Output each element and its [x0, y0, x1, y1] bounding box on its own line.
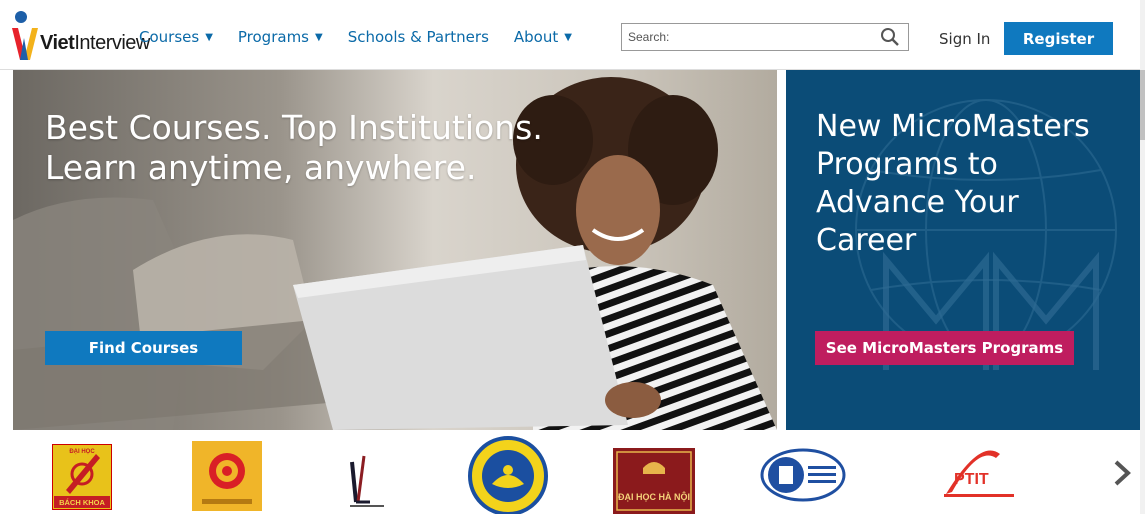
site-logo[interactable]: VietInterview — [10, 10, 150, 62]
chevron-right-icon[interactable] — [1110, 458, 1134, 488]
nav-courses[interactable]: Courses ▼ — [139, 28, 213, 46]
hero-title: Best Courses. Top Institutions. Learn an… — [45, 108, 543, 187]
sign-in-link[interactable]: Sign In — [939, 30, 990, 48]
brand-name: VietInterview — [40, 32, 150, 54]
hero-banner: Best Courses. Top Institutions. Learn an… — [13, 70, 777, 430]
see-micromasters-button[interactable]: See MicroMasters Programs — [815, 331, 1074, 365]
partner-logo-maritime[interactable] — [468, 436, 548, 514]
bachkhoa-bottom-text: BÁCH KHOA — [59, 498, 105, 507]
find-courses-button[interactable]: Find Courses — [45, 331, 242, 365]
nav-programs[interactable]: Programs ▼ — [238, 28, 323, 46]
micromasters-promo: New MicroMasters Programs to Advance You… — [786, 70, 1140, 430]
ptit-text: PTIT — [954, 471, 989, 488]
nav-about-label: About — [513, 28, 559, 46]
search-box — [621, 23, 909, 51]
caret-down-icon: ▼ — [205, 32, 213, 43]
partner-logos-strip: ĐẠI HỌC BÁCH KHOA ĐẠI HỌC HÀ NỘI PTIT — [0, 430, 1140, 514]
nav-courses-label: Courses — [139, 28, 200, 46]
promo-title: New MicroMasters Programs to Advance You… — [816, 109, 1090, 258]
site-header: VietInterview Courses ▼ Programs ▼ Schools… — [0, 0, 1140, 70]
caret-down-icon: ▼ — [564, 32, 572, 43]
logo-mark-icon — [12, 11, 38, 60]
search-icon[interactable] — [880, 27, 900, 47]
page-scrollbar[interactable] — [1140, 0, 1145, 514]
hanoi-text: ĐẠI HỌC HÀ NỘI — [618, 491, 690, 502]
nav-schools-partners-label: Schools & Partners — [347, 28, 489, 46]
register-button[interactable]: Register — [1004, 22, 1113, 55]
partner-logo-hanoi[interactable]: ĐẠI HỌC HÀ NỘI — [613, 448, 695, 514]
partner-logo-economics[interactable] — [192, 441, 262, 511]
partner-logo-ptit[interactable]: PTIT — [940, 444, 1020, 504]
nav-schools-partners[interactable]: Schools & Partners — [348, 28, 489, 46]
nav-about[interactable]: About ▼ — [514, 28, 572, 46]
partner-logo-thuongmai[interactable] — [342, 452, 390, 510]
partner-logo-bachkhoa[interactable]: ĐẠI HỌC BÁCH KHOA — [52, 444, 112, 510]
scrollbar-thumb[interactable] — [1140, 70, 1145, 140]
nav-programs-label: Programs — [237, 28, 309, 46]
caret-down-icon: ▼ — [315, 32, 323, 43]
main-nav: Courses ▼ Programs ▼ Schools & Partners Ab… — [139, 28, 597, 46]
search-input[interactable] — [622, 24, 872, 50]
page: VietInterview Courses ▼ Programs ▼ Schools… — [0, 0, 1145, 514]
partner-logo-neu[interactable] — [760, 448, 846, 502]
bachkhoa-top-text: ĐẠI HỌC — [69, 449, 95, 455]
